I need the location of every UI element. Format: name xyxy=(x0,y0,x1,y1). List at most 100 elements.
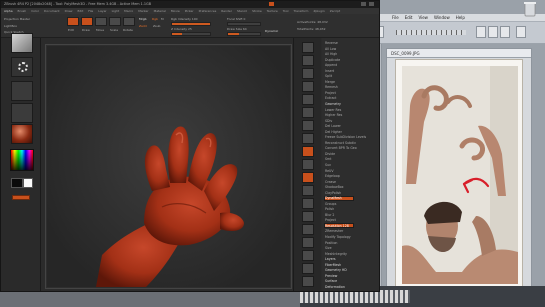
tray-item[interactable]: Position xyxy=(325,241,337,245)
move-icon[interactable] xyxy=(302,198,314,209)
z-intensity-slider[interactable] xyxy=(171,32,211,36)
lsym-icon[interactable] xyxy=(302,159,314,170)
rgb-intensity-slider[interactable] xyxy=(171,22,211,26)
menu-edit[interactable]: Edit xyxy=(77,9,83,13)
menu-toggle-button[interactable] xyxy=(269,2,274,6)
scale-icon[interactable] xyxy=(302,211,314,222)
lightbox-button[interactable]: LightBox xyxy=(4,24,17,28)
local-icon[interactable] xyxy=(302,146,314,157)
scroll-icon[interactable] xyxy=(302,68,314,79)
bpr-render-icon[interactable] xyxy=(302,42,314,53)
tray-subpalette-header[interactable]: Preview xyxy=(325,274,337,278)
tray-item[interactable]: Duplicate xyxy=(325,58,340,62)
tray-item[interactable]: Reverse xyxy=(325,41,338,45)
tray-subpalette-header[interactable]: Surface xyxy=(325,279,337,283)
menu-preferences[interactable]: Preferences xyxy=(199,9,217,13)
menu-marker[interactable]: Marker xyxy=(138,9,148,13)
tray-item[interactable]: Smt xyxy=(325,157,331,161)
tray-item[interactable]: Remesh xyxy=(325,85,338,89)
tray-item[interactable]: Reconstruct Subdiv xyxy=(325,141,356,145)
tray-item[interactable]: DynaMesh xyxy=(325,196,342,200)
tray-subpalette-header[interactable]: Layers xyxy=(325,257,336,261)
menu-render[interactable]: Render xyxy=(221,9,232,13)
zsub-toggle[interactable]: Zsub xyxy=(153,24,160,28)
sculpted-hand-model[interactable] xyxy=(92,117,252,287)
tray-item[interactable]: Polish xyxy=(325,207,334,211)
tray-item[interactable]: Project xyxy=(325,218,336,222)
tray-subpalette-header[interactable]: Deformation xyxy=(325,285,345,289)
menu-picker[interactable]: Picker xyxy=(185,9,194,13)
switch-color-button[interactable] xyxy=(12,195,30,200)
rgb-toggle[interactable]: Rgb xyxy=(152,17,158,21)
close-icon[interactable] xyxy=(369,2,374,6)
menu-stencil[interactable]: Stencil xyxy=(237,9,247,13)
mrgb-toggle[interactable]: Mrgb xyxy=(139,17,147,21)
menu-tool[interactable]: Tool xyxy=(283,9,289,13)
menu-document[interactable]: Document xyxy=(44,9,60,13)
toolbar-tool-button[interactable] xyxy=(516,26,526,38)
draw-size-slider[interactable] xyxy=(227,32,261,36)
tray-item[interactable]: Extract xyxy=(325,96,336,100)
floor-icon[interactable] xyxy=(302,133,314,144)
move-mode-button[interactable] xyxy=(95,17,107,26)
menu-edit[interactable]: Edit xyxy=(405,15,413,20)
tray-item[interactable]: ClayPolish xyxy=(325,191,341,195)
toolbar-tool-button[interactable] xyxy=(488,26,498,38)
rotate-icon[interactable] xyxy=(302,224,314,235)
toolbar-tool-button[interactable] xyxy=(476,26,486,38)
menu-zscript[interactable]: Zscript xyxy=(330,9,340,13)
tray-item[interactable]: Groups xyxy=(325,202,336,206)
transp-icon[interactable] xyxy=(302,250,314,261)
tray-item[interactable]: Size xyxy=(325,246,332,250)
tray-item[interactable]: Higher Res xyxy=(325,113,342,117)
tray-item[interactable]: Lower Res xyxy=(325,108,341,112)
menu-layer[interactable]: Layer xyxy=(98,9,106,13)
tray-subpalette-header[interactable]: FiberMesh xyxy=(325,263,341,267)
menu-window[interactable]: Window xyxy=(434,15,450,20)
toolbar-tool-button[interactable] xyxy=(500,26,510,38)
document-canvas[interactable] xyxy=(45,44,292,289)
menu-zplugin[interactable]: Zplugin xyxy=(313,9,324,13)
menu-transform[interactable]: Transform xyxy=(294,9,309,13)
zoom-icon[interactable] xyxy=(302,81,314,92)
draw-mode-button[interactable] xyxy=(81,17,93,26)
tray-item[interactable]: All Low xyxy=(325,47,336,51)
tray-item[interactable]: Convert BPR To Geo xyxy=(325,146,357,150)
tray-item[interactable]: Divide xyxy=(325,152,335,156)
secondary-color-swatch[interactable] xyxy=(23,178,33,188)
tray-item[interactable]: Project xyxy=(325,91,336,95)
menu-light[interactable]: Light xyxy=(112,9,120,13)
actual-icon[interactable] xyxy=(302,94,314,105)
alpha-selector[interactable] xyxy=(11,81,33,101)
menu-alpha[interactable]: Alpha xyxy=(4,9,13,13)
projection-master-button[interactable]: Projection Master xyxy=(4,17,30,21)
tray-item[interactable]: MeshIntegrity xyxy=(325,252,347,256)
frame-icon[interactable] xyxy=(302,185,314,196)
menu-draw[interactable]: Draw xyxy=(65,9,73,13)
tray-item[interactable]: ZRemesher xyxy=(325,229,343,233)
m-toggle[interactable]: M xyxy=(161,17,164,21)
spix-icon[interactable] xyxy=(302,55,314,66)
xyz-icon[interactable] xyxy=(302,172,314,183)
menu-texture[interactable]: Texture xyxy=(267,9,278,13)
menu-view[interactable]: View xyxy=(418,15,428,20)
solo-icon[interactable] xyxy=(302,276,314,287)
brush-selector[interactable] xyxy=(11,33,33,53)
main-color-swatch[interactable] xyxy=(11,178,23,188)
tray-item[interactable]: ReUV xyxy=(325,169,334,173)
tray-item[interactable]: ShadowBox xyxy=(325,185,344,189)
menu-stroke[interactable]: Stroke xyxy=(252,9,262,13)
tray-item[interactable]: Split xyxy=(325,74,332,78)
tray-item[interactable]: Modify Topology xyxy=(325,235,351,239)
texture-selector[interactable] xyxy=(11,103,33,123)
tray-subpalette-header[interactable]: Geometry HD xyxy=(325,268,347,272)
trash-icon[interactable] xyxy=(520,0,540,18)
aahalf-icon[interactable] xyxy=(302,107,314,118)
tray-item[interactable]: All High xyxy=(325,52,337,56)
tray-item[interactable]: Suv xyxy=(325,163,331,167)
polyf-icon[interactable] xyxy=(302,237,314,248)
menu-color[interactable]: Color xyxy=(31,9,39,13)
dynamic-toggle[interactable]: Dynamic xyxy=(265,29,278,33)
tray-item[interactable]: Insert xyxy=(325,69,334,73)
menu-file[interactable]: File xyxy=(88,9,93,13)
